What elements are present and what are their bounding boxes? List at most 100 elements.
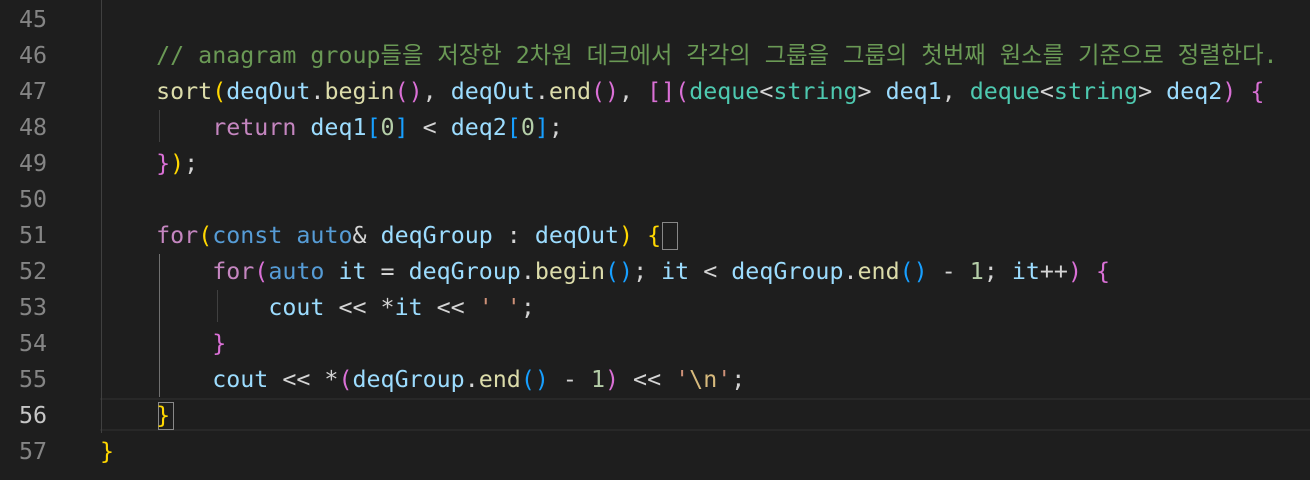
code-token: () (394, 78, 423, 105)
code-text: // anagram group들을 저장한 2차원 데크에서 각각의 그룹을 … (100, 38, 1278, 74)
code-line[interactable]: 51 for(const auto& deqGroup : deqOut) { (0, 218, 1310, 254)
code-line[interactable]: 46 // anagram group들을 저장한 2차원 데크에서 각각의 그… (0, 38, 1310, 74)
code-token: deque (689, 78, 760, 105)
code-line[interactable]: 50 (0, 182, 1310, 218)
code-token: - (927, 258, 970, 285)
code-token: deqOut (534, 222, 620, 249)
code-token: it (394, 294, 423, 321)
code-token: deqOut (226, 78, 311, 105)
code-token: ( (338, 366, 353, 393)
code-token: } (156, 150, 171, 177)
code-token: ) (619, 222, 634, 249)
code-token: < (689, 258, 732, 285)
code-token: deqGroup (408, 258, 521, 285)
code-token: deque (969, 78, 1040, 105)
code-token: ) (170, 150, 185, 177)
code-token: end (548, 78, 591, 105)
line-number: 50 (18, 186, 47, 213)
code-token: ; (520, 294, 535, 321)
code-token: < (408, 114, 451, 141)
code-token: { (647, 222, 662, 249)
code-token: ; (731, 366, 746, 393)
code-token: 1 (969, 258, 984, 285)
code-text: sort(deqOut.begin(), deqOut.end(), [](de… (100, 74, 1264, 110)
code-token: begin (324, 78, 395, 105)
code-token: , (941, 78, 970, 105)
code-token: deqGroup (731, 258, 844, 285)
code-token: 1 (590, 366, 605, 393)
code-line[interactable]: 45 (0, 2, 1310, 38)
code-token: ( (198, 222, 213, 249)
code-token: . (464, 366, 479, 393)
code-text: } (100, 434, 114, 470)
code-token: ' (717, 366, 732, 393)
code-token: [ (506, 114, 521, 141)
code-line[interactable]: 54 } (0, 326, 1310, 362)
code-line[interactable]: 57} (0, 434, 1310, 470)
code-text: cout << *(deqGroup.end() - 1) << '\n'; (100, 362, 745, 398)
code-token: deqOut (450, 78, 535, 105)
code-token: 0 (380, 114, 395, 141)
code-line[interactable]: 56 } (0, 398, 1310, 434)
code-token: } (100, 438, 115, 465)
code-token: sort (156, 78, 213, 105)
line-number: 56 (18, 402, 47, 429)
code-token: , (422, 78, 451, 105)
code-token: deqGroup (352, 366, 465, 393)
code-token: ( (212, 78, 227, 105)
code-token: [] (647, 78, 676, 105)
code-token: () (590, 78, 620, 105)
code-token: [ (366, 114, 381, 141)
code-token: << (422, 294, 479, 321)
code-token: = (366, 258, 409, 285)
code-token: it (661, 258, 690, 285)
code-line[interactable]: 47 sort(deqOut.begin(), deqOut.end(), []… (0, 74, 1310, 110)
code-token: ' (675, 366, 690, 393)
code-token: ' ' (478, 294, 521, 321)
code-token: ( (675, 78, 690, 105)
code-text: } (100, 398, 170, 434)
code-token: for (212, 258, 255, 285)
line-number: 46 (18, 42, 47, 69)
code-token: << * (268, 366, 339, 393)
code-token: << * (324, 294, 395, 321)
code-line[interactable]: 55 cout << *(deqGroup.end() - 1) << '\n'… (0, 362, 1310, 398)
code-token: deqGroup (380, 222, 493, 249)
code-text: for(const auto& deqGroup : deqOut) { (100, 218, 661, 254)
code-editor[interactable]: 45 46 // anagram group들을 저장한 2차원 데크에서 각각의… (0, 0, 1310, 480)
line-number: 45 (18, 6, 47, 33)
code-line[interactable]: 52 for(auto it = deqGroup.begin(); it < … (0, 254, 1310, 290)
code-token: << (619, 366, 676, 393)
code-token: < (759, 78, 774, 105)
code-token: . (310, 78, 325, 105)
code-token: ] (534, 114, 549, 141)
code-token: for (156, 222, 199, 249)
line-number: 54 (18, 330, 47, 357)
code-token: end (857, 258, 900, 285)
code-line[interactable]: 53 cout << *it << ' '; (0, 290, 1310, 326)
code-token: () (899, 258, 928, 285)
code-line[interactable]: 49 }); (0, 146, 1310, 182)
code-token: { (1096, 258, 1111, 285)
code-token: return (212, 114, 297, 141)
code-text: return deq1[0] < deq2[0]; (100, 110, 563, 146)
line-number: 53 (18, 294, 47, 321)
code-token: string (773, 78, 858, 105)
code-line[interactable]: 48 return deq1[0] < deq2[0]; (0, 110, 1310, 146)
code-token: () (520, 366, 549, 393)
code-token: ; (633, 258, 662, 285)
code-token: auto (296, 222, 353, 249)
code-token: ; (548, 114, 563, 141)
line-number: 48 (18, 114, 47, 141)
code-token: begin (534, 258, 605, 285)
code-token: // anagram group들을 저장한 2차원 데크에서 각각의 그룹을 … (100, 42, 1278, 69)
code-token: ) (605, 366, 620, 393)
